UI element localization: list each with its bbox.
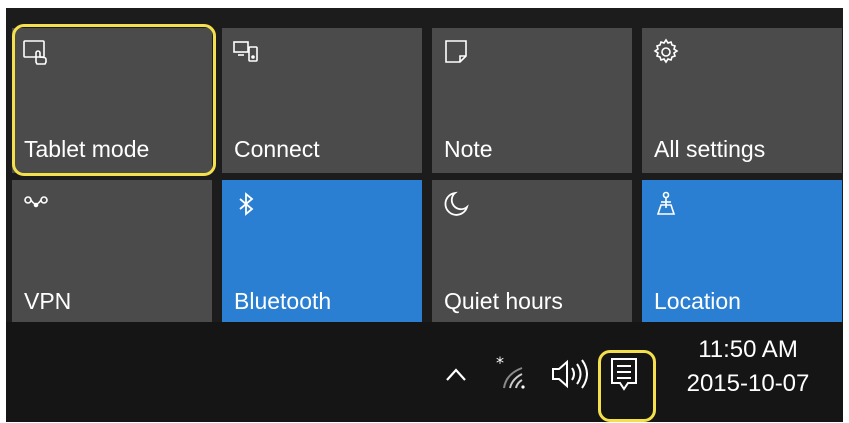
connect-icon (232, 38, 260, 66)
tile-label: Tablet mode (24, 136, 150, 162)
volume-icon[interactable] (550, 357, 588, 391)
tile-tablet-mode[interactable]: Tablet mode (12, 28, 212, 173)
tablet-mode-icon (22, 38, 50, 66)
tile-quiet-hours[interactable]: Quiet hours (432, 180, 632, 325)
clock-date: 2015-10-07 (686, 370, 810, 397)
tile-label: Quiet hours (444, 288, 563, 314)
note-icon (442, 38, 470, 66)
tile-connect[interactable]: Connect (222, 28, 422, 173)
tile-label: Connect (234, 136, 320, 162)
action-center-icon[interactable] (604, 351, 644, 401)
clock-time: 11:50 AM (698, 336, 798, 363)
clock[interactable]: 11:50 AM 2015-10-07 (668, 333, 828, 401)
tile-location[interactable]: Location (642, 180, 842, 325)
moon-icon (442, 190, 470, 218)
tile-bluetooth[interactable]: Bluetooth (222, 180, 422, 325)
tile-label: Bluetooth (234, 288, 332, 314)
chevron-up-icon[interactable] (444, 365, 468, 383)
tile-all-settings[interactable]: All settings (642, 28, 842, 173)
vpn-icon (22, 190, 50, 218)
tile-label: Location (654, 288, 741, 314)
tile-label: Note (444, 136, 493, 162)
tile-note[interactable]: Note (432, 28, 632, 173)
tile-label: VPN (24, 288, 72, 314)
bluetooth-icon (232, 190, 260, 218)
tile-vpn[interactable]: VPN (12, 180, 212, 325)
gear-icon (652, 38, 680, 66)
location-icon (652, 190, 680, 218)
svg-text:*: * (496, 356, 504, 372)
tile-label: All settings (654, 136, 766, 162)
wifi-icon[interactable]: * (494, 356, 530, 392)
